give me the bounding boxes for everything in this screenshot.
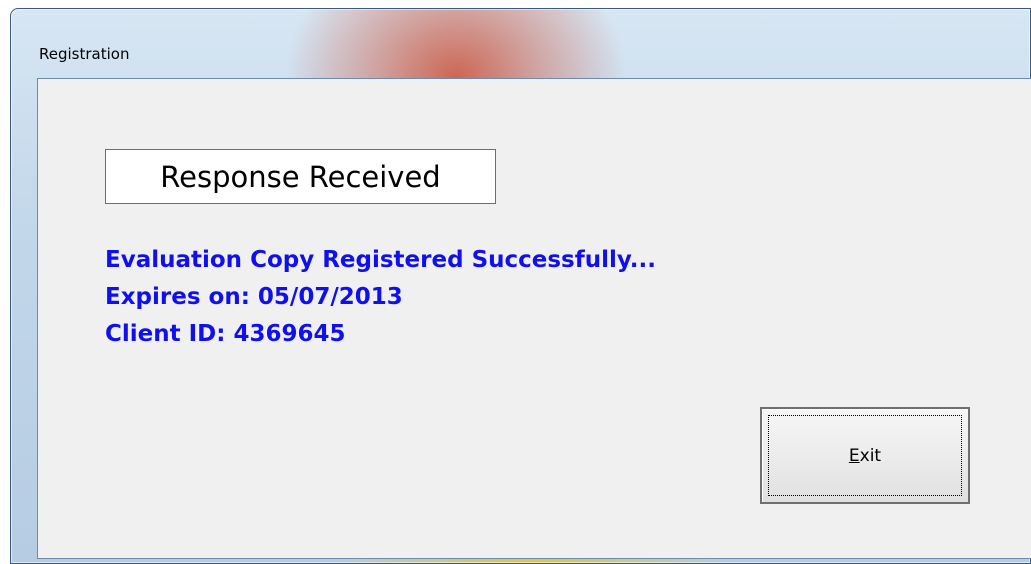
expiry-date-text: Expires on: 05/07/2013	[105, 284, 403, 310]
response-status-box: Response Received	[105, 149, 496, 204]
client-id-text: Client ID: 4369645	[105, 321, 346, 347]
exit-button-label: Exit	[848, 445, 882, 466]
window-title: Registration	[39, 45, 130, 63]
registration-success-message: Evaluation Copy Registered Successfully.…	[105, 247, 656, 273]
registration-window: Registration Response Received Evaluatio…	[10, 8, 1031, 564]
exit-button[interactable]: Exit	[760, 407, 970, 504]
dialog-client-area: Response Received Evaluation Copy Regist…	[37, 78, 1031, 559]
